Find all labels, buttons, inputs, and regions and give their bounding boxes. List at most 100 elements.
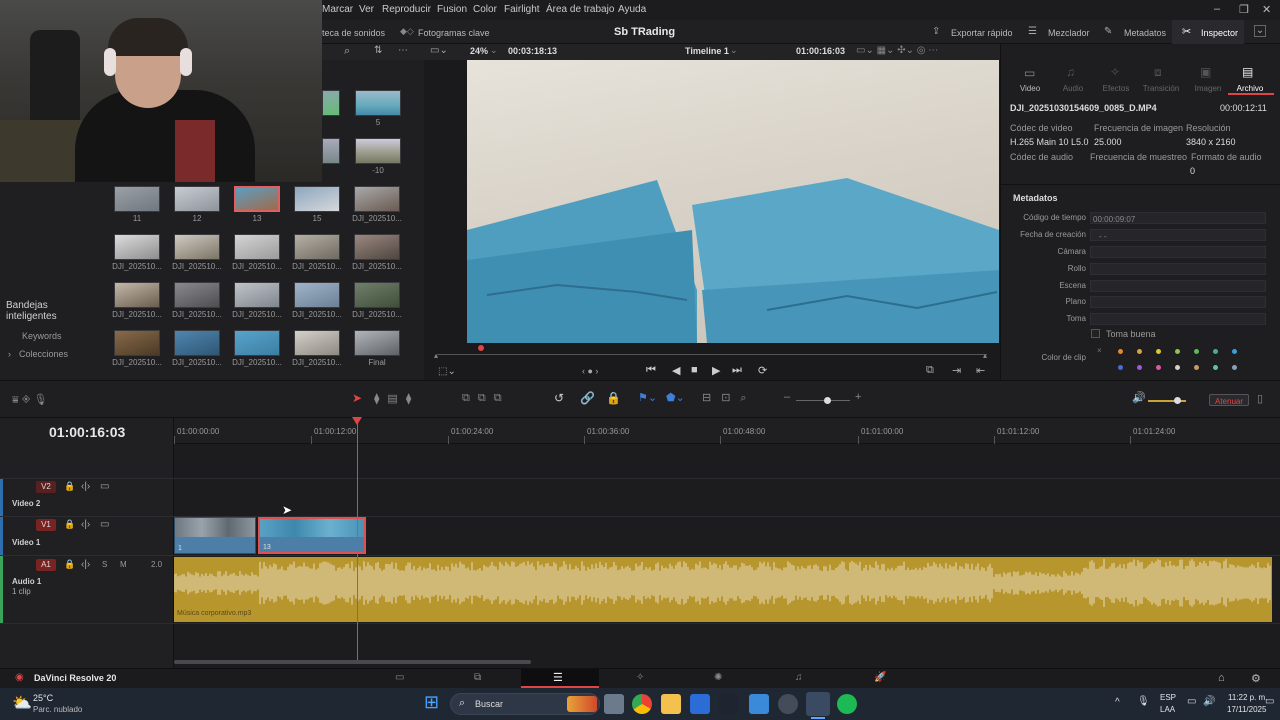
input-language[interactable]: ESP [1160,693,1176,702]
v2-badge[interactable]: V2 [36,481,56,493]
reel-field[interactable] [1090,263,1266,275]
timeline-playhead[interactable] [357,418,358,660]
play-reverse-icon[interactable]: ◀ [672,364,680,377]
taskbar-search[interactable]: ⌕ Buscar [450,693,600,715]
media-thumb[interactable] [174,282,220,308]
clip-color-swatch[interactable] [1156,349,1161,354]
menu-reproducir[interactable]: Reproducir [382,4,431,15]
good-take-checkbox[interactable] [1091,329,1100,338]
timeline-selector[interactable]: Timeline 1 [685,46,729,56]
clip-color-swatch[interactable] [1118,365,1123,370]
tray-chevron-icon[interactable]: ^ [1115,697,1120,708]
media-thumb[interactable] [354,282,400,308]
davinci-taskbar-icon[interactable] [806,692,830,716]
close-icon[interactable]: ✕ [1262,3,1271,16]
track-visibility-icon[interactable]: ▭ [100,481,109,492]
menu-workspace[interactable]: Área de trabajo [546,4,614,15]
clip-color-swatch[interactable] [1137,349,1142,354]
media-thumb[interactable] [355,90,401,116]
sort-icon[interactable]: ⇅ [374,45,382,56]
media-thumb[interactable] [234,330,280,356]
attenuate-button[interactable]: Atenuar [1209,394,1249,406]
tab-effects[interactable]: Efectos [1096,84,1136,93]
mute-button[interactable]: M [120,560,127,569]
lock-icon[interactable]: 🔒 [64,559,75,570]
clip-color-swatch[interactable] [1232,349,1237,354]
edit-page-tab[interactable]: ☰ [521,669,599,688]
viewer-options-icon[interactable]: ▭⌄ ▦⌄ ✣⌄ ◎ ⋯ [856,45,938,56]
lock-icon[interactable]: 🔒 [64,519,75,530]
store-icon[interactable] [690,694,710,714]
media-thumb[interactable] [234,282,280,308]
go-to-end-icon[interactable]: ⏭ [732,364,742,377]
clip-color-swatch[interactable] [1194,349,1199,354]
clip-color-swatch[interactable] [1194,365,1199,370]
collapse-icon[interactable]: ⌄ [1254,25,1266,37]
auto-select-icon[interactable]: ‹|› [81,519,90,530]
play-icon[interactable]: ▶ [712,364,720,377]
file-explorer-icon[interactable] [661,694,681,714]
media-thumb[interactable] [294,234,340,260]
notification-icon[interactable]: ▭ [1265,696,1274,707]
crop-icon[interactable]: ⬚⌄ [438,366,456,377]
media-thumb[interactable] [322,90,340,116]
lock-icon[interactable]: 🔒 [606,391,621,405]
media-thumb[interactable] [174,330,220,356]
media-thumb[interactable] [234,234,280,260]
clip-color-swatch[interactable] [1175,349,1180,354]
deliver-page-icon[interactable]: 🚀 [874,672,886,683]
media-thumb[interactable] [322,138,340,164]
media-thumb[interactable] [354,186,400,212]
clip-color-swatch[interactable] [1137,365,1142,370]
timecode-field[interactable]: 00:00:09:07 [1090,212,1266,224]
volume-slider-thumb[interactable] [1174,397,1181,404]
volume-tray-icon[interactable]: 🔊 [1203,696,1215,707]
search-icon[interactable]: ⌕ [344,45,350,58]
next-edit-icon[interactable]: ⇥ [952,364,961,377]
network-icon[interactable]: ▭ [1187,696,1196,707]
in-point-icon[interactable]: ▴ [434,351,438,360]
insert-tools-icon[interactable]: ⧉⧉⧉ [462,392,510,405]
edit-tools-icon[interactable]: ⧫▤⧫ [374,392,419,405]
fairlight-page-icon[interactable]: ♫ [795,672,803,683]
flag-icon[interactable]: ⚑⌄ [638,391,657,404]
zoom-level[interactable]: 24% [470,46,488,56]
loop-icon[interactable]: ⟳ [758,364,767,377]
media-page-icon[interactable]: ▭ [395,672,404,683]
creation-date-field[interactable]: - - [1090,229,1266,241]
timeline-clip[interactable]: 1 [174,517,256,554]
camera-field[interactable] [1090,246,1266,258]
media-thumb[interactable] [114,282,160,308]
media-thumb[interactable] [174,186,220,212]
more-icon[interactable]: ⋯ [398,45,408,56]
weather-icon[interactable]: ⛅ [12,693,32,713]
tab-transition[interactable]: Transición [1141,84,1181,93]
playhead-handle[interactable] [352,417,362,425]
media-thumb[interactable] [114,186,160,212]
audio-meter-icon[interactable]: ▯ [1257,392,1263,405]
steam-icon[interactable] [778,694,798,714]
clip-color-swatch[interactable] [1213,365,1218,370]
media-thumb[interactable] [234,186,280,212]
menu-fusion[interactable]: Fusion [437,4,467,15]
clip-color-swatch[interactable] [1118,349,1123,354]
maximize-icon[interactable]: ❐ [1239,3,1249,16]
media-thumb[interactable] [354,330,400,356]
viewer-scrubber[interactable] [437,354,987,355]
media-thumb[interactable] [114,234,160,260]
link-icon[interactable]: 🔗 [580,391,595,405]
auto-select-icon[interactable]: ‹|› [81,481,90,492]
volume-icon[interactable]: 🔊 [1132,391,1146,404]
solo-button[interactable]: S [102,560,107,569]
sound-library-button[interactable]: teca de sonidos [322,28,385,38]
clip-color-swatch[interactable] [1175,365,1180,370]
v1-badge[interactable]: V1 [36,519,56,531]
menu-ver[interactable]: Ver [359,4,374,15]
menu-color[interactable]: Color [473,4,497,15]
zoom-mode-icon[interactable]: ⊟⊡⌕ [702,391,757,405]
audio-clip[interactable]: Música corporativo.mp3 [174,557,1272,622]
windows-start-icon[interactable]: ⊞ [424,692,439,713]
no-color-swatch-icon[interactable]: × [1097,346,1102,355]
clip-color-swatch[interactable] [1156,365,1161,370]
inspector-button[interactable]: Inspector [1201,28,1238,38]
